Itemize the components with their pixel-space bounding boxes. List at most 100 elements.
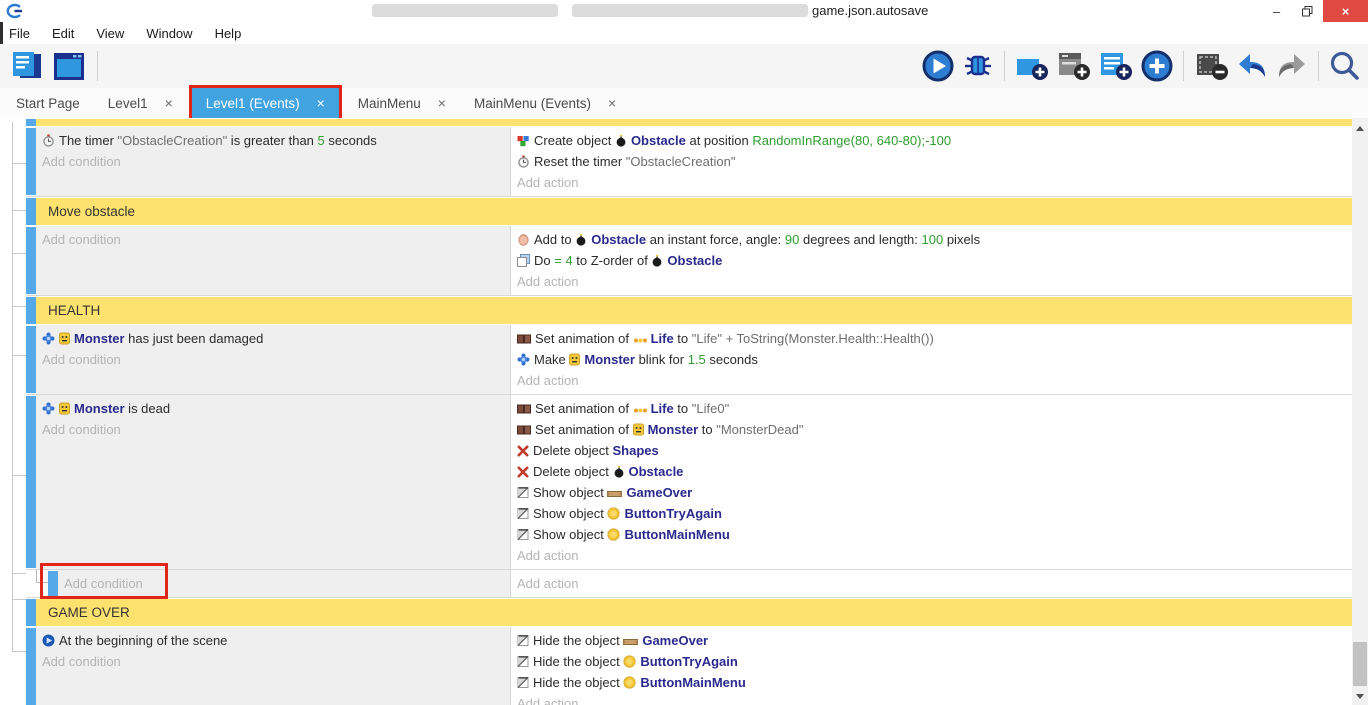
group-header[interactable]: HEALTH bbox=[36, 297, 1352, 324]
monster-icon bbox=[633, 423, 644, 436]
search-button[interactable] bbox=[1326, 47, 1364, 85]
tab-start-page[interactable]: Start Page bbox=[2, 88, 94, 118]
redo-button[interactable] bbox=[1273, 49, 1311, 83]
condition-line[interactable]: At the beginning of the scene bbox=[42, 630, 510, 651]
scroll-down-arrow-icon[interactable] bbox=[1356, 694, 1364, 699]
action-line[interactable]: Create object Obstacle at position Rando… bbox=[517, 130, 1352, 151]
event-select-bar[interactable] bbox=[26, 628, 36, 705]
action-line[interactable]: Hide the object GameOver bbox=[517, 630, 1352, 651]
actions-cell[interactable]: Set animation of Life to "Life" + ToStri… bbox=[511, 325, 1352, 394]
add-condition-placeholder[interactable]: Add condition bbox=[64, 573, 510, 594]
open-project-button[interactable] bbox=[8, 47, 46, 85]
group-header[interactable]: GAME OVER bbox=[36, 599, 1352, 626]
actions-cell[interactable]: Set animation of Life to "Life0"Set anim… bbox=[511, 395, 1352, 569]
add-action-placeholder[interactable]: Add action bbox=[517, 545, 1352, 566]
move-obstacle-event: Add condition Add to Obstacle an instant … bbox=[26, 226, 1352, 296]
condition-line[interactable]: The timer "ObstacleCreation" is greater … bbox=[42, 130, 510, 151]
event-select-bar[interactable] bbox=[26, 396, 36, 568]
add-action-placeholder[interactable]: Add action bbox=[517, 271, 1352, 292]
tab-bar: Start Page Level1× Level1 (Events)× Main… bbox=[0, 88, 1368, 118]
actions-cell[interactable]: Create object Obstacle at position Rando… bbox=[511, 127, 1352, 196]
event-select-bar[interactable] bbox=[26, 119, 36, 126]
action-line[interactable]: Delete object Shapes bbox=[517, 440, 1352, 461]
condition-line[interactable]: Monster is dead bbox=[42, 398, 510, 419]
action-line[interactable]: Add to Obstacle an instant force, angle:… bbox=[517, 229, 1352, 250]
action-line[interactable]: Hide the object ButtonMainMenu bbox=[517, 672, 1352, 693]
add-condition-placeholder[interactable]: Add condition bbox=[42, 349, 510, 370]
conditions-cell[interactable]: At the beginning of the sceneAdd conditi… bbox=[36, 627, 511, 705]
action-line[interactable]: Do = 4 to Z-order of Obstacle bbox=[517, 250, 1352, 271]
event-select-bar[interactable] bbox=[26, 599, 36, 626]
add-action-placeholder[interactable]: Add action bbox=[517, 370, 1352, 391]
action-line[interactable]: Make Monster blink for 1.5 seconds bbox=[517, 349, 1352, 370]
action-line[interactable]: Delete object Obstacle bbox=[517, 461, 1352, 482]
tab-mainmenu[interactable]: MainMenu× bbox=[344, 88, 460, 118]
conditions-cell[interactable]: Monster is deadAdd condition bbox=[36, 395, 511, 569]
actions-cell[interactable]: Hide the object GameOverHide the object … bbox=[511, 627, 1352, 705]
menu-bar: File Edit View Window Help bbox=[0, 22, 1368, 44]
menu-file[interactable]: File bbox=[0, 26, 41, 41]
tree-guide-tick bbox=[12, 163, 26, 164]
scroll-up-arrow-icon[interactable] bbox=[1356, 126, 1364, 131]
event-select-bar[interactable] bbox=[26, 128, 36, 195]
button-icon bbox=[607, 507, 620, 520]
action-line[interactable]: Show object GameOver bbox=[517, 482, 1352, 503]
visibility-icon bbox=[517, 655, 529, 668]
minimize-button[interactable]: – bbox=[1261, 0, 1292, 22]
action-line[interactable]: Set animation of Monster to "MonsterDead… bbox=[517, 419, 1352, 440]
menu-window[interactable]: Window bbox=[135, 26, 203, 41]
conditions-cell[interactable]: Add condition bbox=[36, 226, 511, 295]
action-line[interactable]: Hide the object ButtonTryAgain bbox=[517, 651, 1352, 672]
condition-line[interactable]: Monster has just been damaged bbox=[42, 328, 510, 349]
group-partial-top bbox=[26, 118, 1352, 127]
project-manager-button[interactable] bbox=[50, 47, 88, 85]
conditions-cell[interactable]: Monster has just been damagedAdd conditi… bbox=[36, 325, 511, 394]
add-condition-placeholder[interactable]: Add condition bbox=[42, 229, 510, 250]
preview-button[interactable] bbox=[919, 47, 957, 85]
actions-cell[interactable]: Add action bbox=[511, 570, 1352, 597]
tab-level1[interactable]: Level1× bbox=[94, 88, 187, 118]
vertical-scrollbar[interactable] bbox=[1352, 118, 1368, 705]
event-select-bar[interactable] bbox=[26, 297, 36, 324]
action-line[interactable]: Show object ButtonTryAgain bbox=[517, 503, 1352, 524]
actions-cell[interactable]: Add to Obstacle an instant force, angle:… bbox=[511, 226, 1352, 295]
conditions-cell[interactable]: Add condition bbox=[58, 570, 511, 597]
menu-help[interactable]: Help bbox=[204, 26, 253, 41]
debug-button[interactable] bbox=[959, 47, 997, 85]
scrollbar-thumb[interactable] bbox=[1353, 642, 1367, 686]
add-action-placeholder[interactable]: Add action bbox=[517, 693, 1352, 705]
delete-event-button[interactable] bbox=[1191, 47, 1231, 85]
event-select-bar[interactable] bbox=[26, 227, 36, 294]
group-header[interactable] bbox=[36, 119, 1352, 126]
add-condition-placeholder[interactable]: Add condition bbox=[42, 151, 510, 172]
tab-level1-events[interactable]: Level1 (Events)× bbox=[192, 88, 339, 118]
close-tab-icon[interactable]: × bbox=[608, 96, 616, 110]
action-line[interactable]: Reset the timer "ObstacleCreation" bbox=[517, 151, 1352, 172]
event-select-bar[interactable] bbox=[48, 571, 58, 596]
group-header[interactable]: Move obstacle bbox=[36, 198, 1352, 225]
close-button[interactable]: × bbox=[1323, 0, 1368, 22]
close-tab-icon[interactable]: × bbox=[438, 96, 446, 110]
conditions-cell[interactable]: The timer "ObstacleCreation" is greater … bbox=[36, 127, 511, 196]
menu-edit[interactable]: Edit bbox=[41, 26, 85, 41]
undo-button[interactable] bbox=[1233, 49, 1271, 83]
event-select-bar[interactable] bbox=[26, 326, 36, 393]
tab-mainmenu-events[interactable]: MainMenu (Events)× bbox=[460, 88, 630, 118]
action-line[interactable]: Show object ButtonMainMenu bbox=[517, 524, 1352, 545]
add-other-event-button[interactable] bbox=[1138, 47, 1176, 85]
animation-icon bbox=[517, 403, 531, 415]
add-condition-placeholder[interactable]: Add condition bbox=[42, 651, 510, 672]
action-line[interactable]: Set animation of Life to "Life0" bbox=[517, 398, 1352, 419]
close-tab-icon[interactable]: × bbox=[317, 96, 325, 110]
add-comment-button[interactable] bbox=[1096, 47, 1136, 85]
add-sub-event-button[interactable] bbox=[1054, 47, 1094, 85]
event-select-bar[interactable] bbox=[26, 198, 36, 225]
restore-button[interactable] bbox=[1292, 0, 1323, 22]
add-condition-placeholder[interactable]: Add condition bbox=[42, 419, 510, 440]
add-event-button[interactable] bbox=[1012, 47, 1052, 85]
add-action-placeholder[interactable]: Add action bbox=[517, 573, 1352, 594]
add-action-placeholder[interactable]: Add action bbox=[517, 172, 1352, 193]
close-tab-icon[interactable]: × bbox=[165, 96, 173, 110]
action-line[interactable]: Set animation of Life to "Life" + ToStri… bbox=[517, 328, 1352, 349]
menu-view[interactable]: View bbox=[85, 26, 135, 41]
